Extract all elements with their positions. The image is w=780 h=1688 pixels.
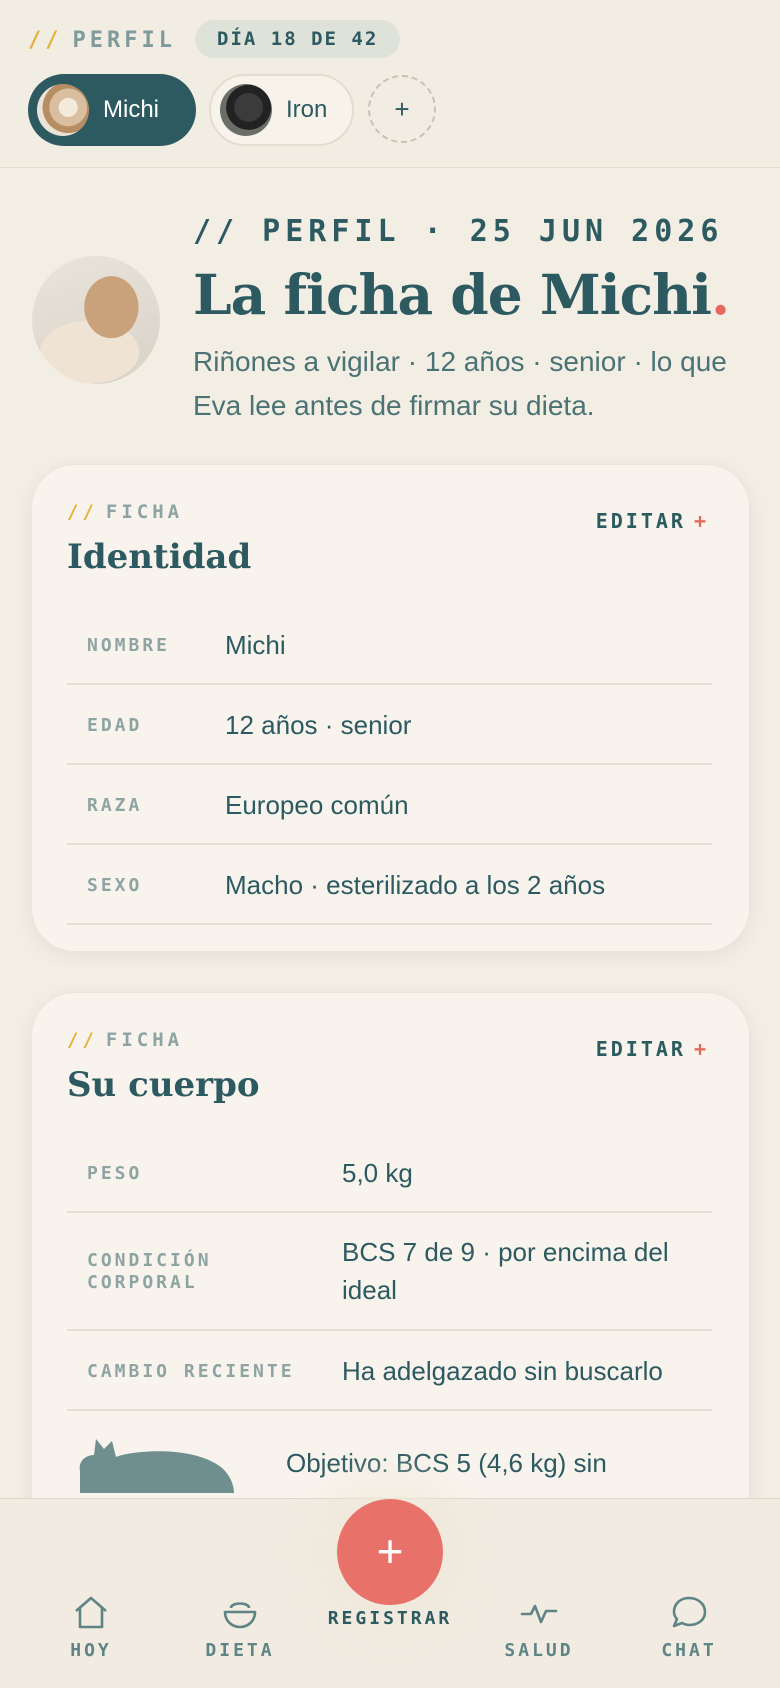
field-label: EDAD bbox=[87, 715, 143, 736]
page-title-text: La ficha de Michi bbox=[193, 262, 712, 327]
nav-label: HOY bbox=[70, 1640, 112, 1661]
body-fields: PESO 5,0 kg CONDICIÓN CORPORAL BCS 7 de … bbox=[67, 1133, 712, 1411]
pet-switcher-bar: // PERFIL DÍA 18 DE 42 Michi Iron + bbox=[0, 0, 780, 168]
nav-dieta[interactable]: DIETA bbox=[180, 1594, 300, 1661]
field-row-edad[interactable]: EDAD 12 años · senior bbox=[67, 685, 712, 765]
field-value: 5,0 kg bbox=[342, 1158, 413, 1188]
edit-label: EDITAR bbox=[595, 1037, 686, 1061]
nav-salud[interactable]: SALUD bbox=[479, 1594, 599, 1661]
field-label: CAMBIO RECIENTE bbox=[87, 1361, 295, 1382]
pet-chip-iron[interactable]: Iron bbox=[209, 74, 354, 146]
field-row-condicion[interactable]: CONDICIÓN CORPORAL BCS 7 de 9 · por enci… bbox=[67, 1213, 712, 1331]
kicker-label: FICHA bbox=[105, 501, 184, 523]
plus-icon: + bbox=[693, 1037, 709, 1061]
cat-silhouette-icon bbox=[79, 1439, 234, 1493]
bowl-icon bbox=[223, 1602, 257, 1629]
identity-fields: NOMBRE Michi EDAD 12 años · senior RAZA … bbox=[67, 605, 712, 925]
card-kicker: // FICHA bbox=[67, 1029, 183, 1051]
field-value: Michi bbox=[225, 630, 286, 660]
breadcrumb-slash: // bbox=[28, 28, 63, 53]
nav-hoy[interactable]: HOY bbox=[31, 1594, 151, 1661]
page-title: La ficha de Michi. bbox=[193, 262, 730, 327]
day-counter-badge: DÍA 18 DE 42 bbox=[195, 20, 401, 58]
breadcrumb: // PERFIL bbox=[28, 28, 176, 53]
field-value: Europeo común bbox=[225, 790, 409, 820]
field-label: PESO bbox=[87, 1163, 143, 1184]
card-title: Su cuerpo bbox=[67, 1065, 260, 1105]
field-value: Macho · esterilizado a los 2 años bbox=[225, 870, 606, 900]
edit-identity-button[interactable]: EDITAR + bbox=[596, 509, 709, 533]
nav-chat[interactable]: CHAT bbox=[629, 1594, 749, 1661]
field-label: RAZA bbox=[87, 795, 143, 816]
goal-text: Objetivo: BCS 5 (4,6 kg) sin bbox=[286, 1448, 607, 1478]
kicker-slash: // bbox=[67, 501, 98, 523]
field-row-peso[interactable]: PESO 5,0 kg bbox=[67, 1133, 712, 1213]
pulse-icon bbox=[520, 1604, 558, 1624]
page-subtitle: Riñones a vigilar · 12 años · senior · l… bbox=[193, 346, 727, 421]
title-accent-dot: . bbox=[711, 262, 730, 327]
add-pet-button[interactable]: + bbox=[368, 75, 436, 143]
nav-label: CHAT bbox=[661, 1640, 717, 1661]
pet-chip-michi[interactable]: Michi bbox=[28, 74, 196, 146]
card-title: Identidad bbox=[67, 537, 252, 577]
pet-chip-label: Iron bbox=[286, 96, 328, 123]
pet-avatar-michi bbox=[37, 84, 89, 136]
field-label: CONDICIÓN CORPORAL bbox=[87, 1250, 212, 1293]
field-value: 12 años · senior bbox=[225, 710, 412, 740]
register-fab-button[interactable]: + bbox=[337, 1499, 443, 1605]
nav-label: DIETA bbox=[205, 1640, 275, 1661]
kicker-slash: // bbox=[67, 1029, 98, 1051]
edit-label: EDITAR bbox=[595, 509, 686, 533]
pet-chip-label: Michi bbox=[103, 96, 160, 123]
field-row-cambio[interactable]: CAMBIO RECIENTE Ha adelgazado sin buscar… bbox=[67, 1331, 712, 1411]
identity-card: // FICHA Identidad EDITAR + NOMBRE Michi E… bbox=[31, 464, 750, 952]
field-row-raza[interactable]: RAZA Europeo común bbox=[67, 765, 712, 845]
home-icon bbox=[75, 1596, 107, 1629]
field-row-nombre[interactable]: NOMBRE Michi bbox=[67, 605, 712, 685]
field-value: BCS 7 de 9 · por encima del ideal bbox=[342, 1237, 669, 1305]
profile-avatar bbox=[32, 256, 160, 384]
chat-bubble-icon bbox=[672, 1596, 707, 1628]
pet-avatar-iron bbox=[220, 84, 272, 136]
field-row-sexo[interactable]: SEXO Macho · esterilizado a los 2 años bbox=[67, 845, 712, 925]
nav-label: SALUD bbox=[504, 1640, 574, 1661]
field-label: NOMBRE bbox=[87, 635, 171, 656]
card-kicker: // FICHA bbox=[67, 501, 183, 523]
edit-body-button[interactable]: EDITAR + bbox=[596, 1037, 709, 1061]
breadcrumb-label: PERFIL bbox=[72, 28, 176, 53]
kicker-label: FICHA bbox=[105, 1029, 184, 1051]
plus-icon: + bbox=[693, 509, 709, 533]
register-label[interactable]: REGISTRAR bbox=[300, 1608, 480, 1629]
field-label: SEXO bbox=[87, 875, 143, 896]
field-value: Ha adelgazado sin buscarlo bbox=[342, 1356, 663, 1386]
profile-date-breadcrumb: // PERFIL · 25 JUN 2026 bbox=[193, 214, 724, 249]
